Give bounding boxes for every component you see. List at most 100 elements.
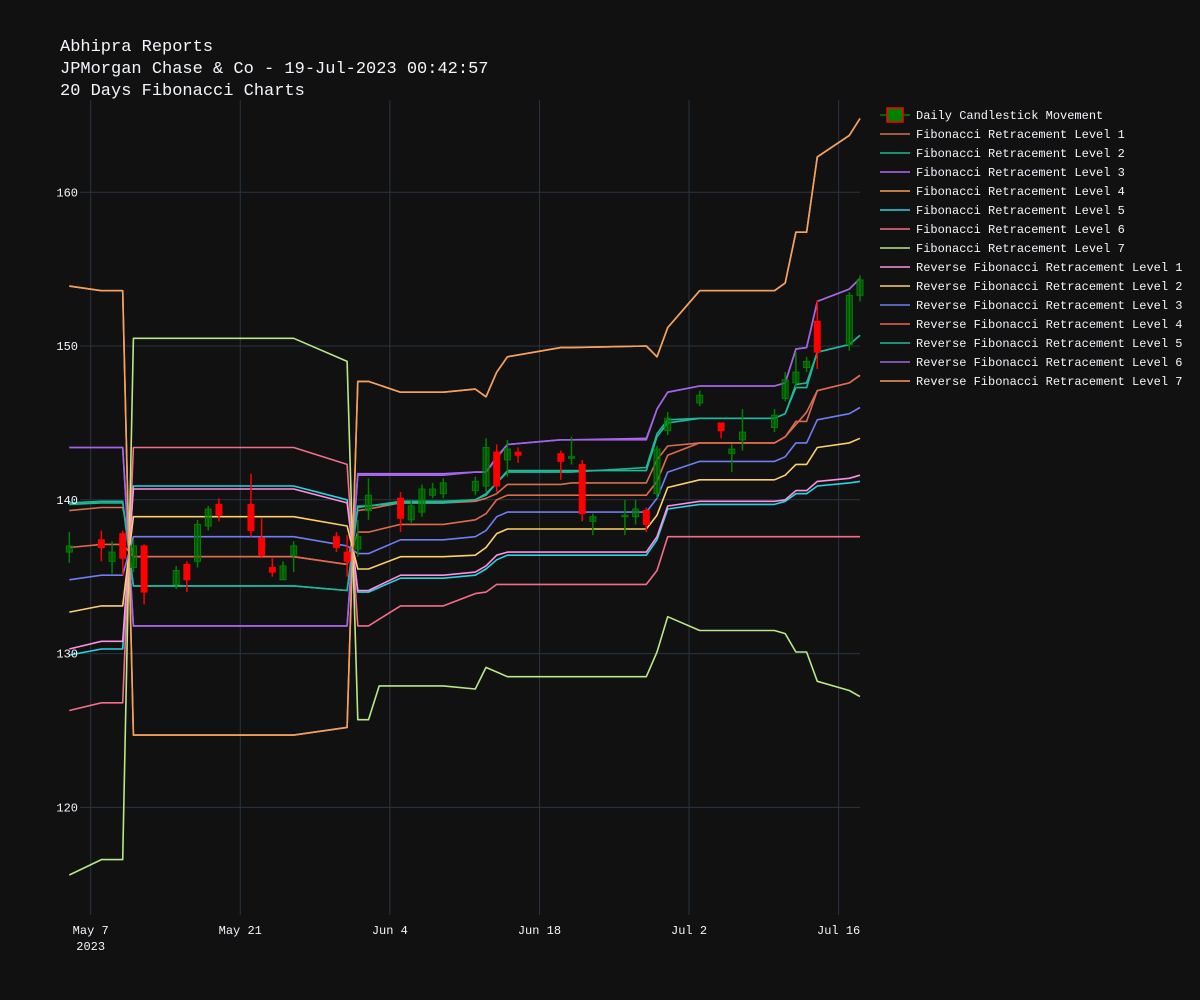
candle-body	[557, 453, 565, 462]
candle-body	[397, 497, 405, 519]
legend-item-4[interactable]: Fibonacci Retracement Level 4	[880, 185, 1125, 199]
legend-item-10[interactable]: Reverse Fibonacci Retracement Level 3	[880, 299, 1182, 313]
y-tick-label: 130	[56, 648, 78, 662]
y-tick-label: 150	[56, 340, 78, 354]
candle-body	[258, 537, 266, 556]
y-tick-label: 160	[56, 186, 78, 200]
candle-body	[343, 551, 351, 562]
legend-label: Reverse Fibonacci Retracement Level 2	[916, 280, 1182, 294]
x-tick-label: May 21	[219, 924, 262, 938]
candle-body	[332, 536, 340, 548]
candle	[653, 445, 661, 499]
candle-body	[696, 394, 704, 404]
legend-label: Reverse Fibonacci Retracement Level 4	[916, 318, 1182, 332]
legend-item-13[interactable]: Reverse Fibonacci Retracement Level 6	[880, 356, 1182, 370]
candle-body	[642, 510, 650, 525]
candle-body	[108, 551, 116, 562]
candle-body	[279, 565, 287, 581]
candle-body	[568, 456, 576, 459]
candle-body	[268, 566, 276, 573]
y-tick-label: 140	[56, 494, 78, 508]
candle-body	[856, 279, 864, 296]
candle-body	[632, 508, 640, 518]
chart-canvas: 120 130 140 150 160 May 7 2023 May 21 Jun 4 Jun 1…	[0, 0, 1200, 1000]
legend-item-3[interactable]: Fibonacci Retracement Level 3	[880, 166, 1125, 180]
x-tick-sublabel: 2023	[76, 940, 105, 954]
candle-body	[792, 371, 800, 384]
legend-label: Reverse Fibonacci Retracement Level 5	[916, 337, 1182, 351]
legend-item-5[interactable]: Fibonacci Retracement Level 5	[880, 204, 1125, 218]
legend-label: Fibonacci Retracement Level 4	[916, 185, 1125, 199]
candle-body	[589, 516, 597, 522]
legend-label: Fibonacci Retracement Level 2	[916, 147, 1125, 161]
legend-label: Fibonacci Retracement Level 6	[916, 223, 1125, 237]
x-tick-label: May 7	[73, 924, 109, 938]
candle-body	[578, 463, 586, 515]
legend-swatch-candle	[886, 107, 904, 123]
candle-body	[503, 448, 511, 461]
x-tick-label: Jun 18	[518, 924, 561, 938]
candle-body	[129, 545, 137, 568]
legend-label: Reverse Fibonacci Retracement Level 7	[916, 375, 1182, 389]
candle-body	[514, 451, 522, 456]
candle-body	[194, 523, 202, 562]
candle	[418, 484, 426, 517]
candle-body	[183, 563, 191, 581]
legend-label: Reverse Fibonacci Retracement Level 3	[916, 299, 1182, 313]
candle-body	[418, 488, 426, 513]
y-tick-label: 120	[56, 801, 78, 815]
candle-body	[482, 447, 490, 487]
x-tick-label: Jun 4	[372, 924, 408, 938]
legend-label: Fibonacci Retracement Level 3	[916, 166, 1125, 180]
legend-item-11[interactable]: Reverse Fibonacci Retracement Level 4	[880, 318, 1182, 332]
legend-item-2[interactable]: Fibonacci Retracement Level 2	[880, 147, 1125, 161]
candle-body	[429, 488, 437, 496]
legend-item-6[interactable]: Fibonacci Retracement Level 6	[880, 223, 1125, 237]
legend-item-1[interactable]: Fibonacci Retracement Level 1	[880, 128, 1125, 142]
candle-body	[664, 417, 672, 432]
candle	[194, 519, 202, 568]
candle-body	[290, 545, 298, 556]
candle-body	[738, 431, 746, 441]
title-line-1: Abhipra Reports	[60, 38, 213, 57]
candle-body	[65, 545, 73, 553]
legend-label: Fibonacci Retracement Level 7	[916, 242, 1125, 256]
candle-body	[781, 379, 789, 399]
candle-body	[471, 480, 479, 492]
legend-label: Daily Candlestick Movement	[916, 109, 1103, 123]
candle-body	[215, 503, 223, 516]
legend-label: Reverse Fibonacci Retracement Level 1	[916, 261, 1182, 275]
legend-label: Reverse Fibonacci Retracement Level 6	[916, 356, 1182, 370]
candle-body	[728, 448, 736, 455]
candle-body	[621, 514, 629, 518]
candle-body	[813, 320, 821, 353]
candle-body	[771, 414, 779, 429]
candle-body	[354, 536, 362, 550]
candle-body	[119, 533, 127, 559]
candle-body	[845, 294, 853, 345]
title-line-3: 20 Days Fibonacci Charts	[60, 82, 305, 101]
legend-item-8[interactable]: Reverse Fibonacci Retracement Level 1	[880, 261, 1182, 275]
candle-body	[172, 570, 180, 585]
candle-body	[653, 448, 661, 495]
candle-body	[97, 539, 105, 548]
candle-body	[140, 545, 148, 593]
legend-item-14[interactable]: Reverse Fibonacci Retracement Level 7	[880, 375, 1182, 389]
candle-body	[717, 422, 725, 432]
candle-body	[407, 505, 415, 521]
candle	[578, 459, 586, 522]
legend-item-12[interactable]: Reverse Fibonacci Retracement Level 5	[880, 337, 1182, 351]
x-tick-label: Jul 2	[671, 924, 707, 938]
candle-body	[247, 503, 255, 532]
candle-body	[204, 508, 212, 527]
candle-body	[439, 482, 447, 495]
legend-label: Fibonacci Retracement Level 1	[916, 128, 1125, 142]
candle-body	[493, 451, 501, 487]
legend-label: Fibonacci Retracement Level 5	[916, 204, 1125, 218]
candle-body	[803, 360, 811, 369]
x-tick-label: Jul 16	[817, 924, 860, 938]
legend-item-9[interactable]: Reverse Fibonacci Retracement Level 2	[880, 280, 1182, 294]
candle-body	[364, 494, 372, 512]
title-line-2: JPMorgan Chase & Co - 19-Jul-2023 00:42:…	[60, 60, 488, 79]
legend-item-7[interactable]: Fibonacci Retracement Level 7	[880, 242, 1125, 256]
